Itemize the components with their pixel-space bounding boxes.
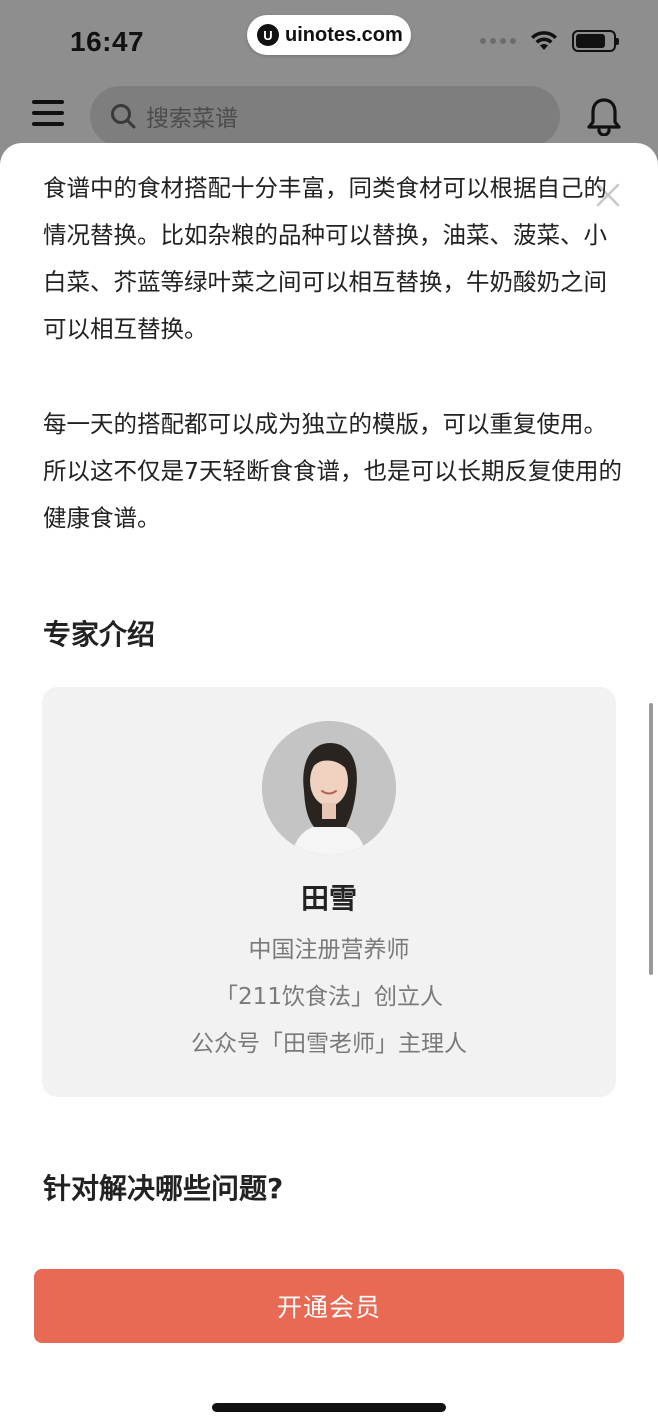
expert-section-title: 专家介绍 (43, 618, 156, 651)
membership-sheet: 食谱中的食材搭配十分丰富，同类食材可以根据自己的情况替换。比如杂粮的品种可以替换… (0, 143, 658, 1424)
description-paragraph: 食谱中的食材搭配十分丰富，同类食材可以根据自己的情况替换。比如杂粮的品种可以替换… (43, 174, 607, 343)
description-paragraph: 每一天的搭配都可以成为独立的模版，可以重复使用。所以这不仅是7天轻断食食谱，也是… (43, 410, 622, 532)
wifi-icon (531, 31, 557, 50)
problems-section-title: 针对解决哪些问题? (43, 1172, 284, 1205)
status-icons (480, 30, 619, 52)
expert-name: 田雪 (300, 882, 357, 915)
search-placeholder: 搜索菜谱 (146, 106, 238, 132)
avatar (262, 721, 396, 855)
watermark-logo-icon: U (257, 24, 279, 46)
search-icon (111, 104, 136, 129)
watermark-text: uinotes.com (285, 23, 403, 46)
watermark-badge: U uinotes.com (247, 15, 411, 55)
signal-dots-icon (480, 38, 516, 44)
expert-title-line: 「211饮食法」创立人 (215, 984, 443, 1010)
expert-card: 田雪 中国注册营养师 「211饮食法」创立人 公众号「田雪老师」主理人 (42, 687, 616, 1097)
open-membership-button[interactable]: 开通会员 (34, 1269, 624, 1343)
notification-bell-icon[interactable] (586, 96, 622, 136)
home-indicator[interactable] (212, 1403, 446, 1412)
battery-icon (572, 30, 619, 52)
scrollbar[interactable] (649, 703, 653, 975)
expert-title-line: 中国注册营养师 (248, 937, 410, 963)
status-time: 16:47 (70, 26, 145, 57)
search-input[interactable]: 搜索菜谱 (90, 86, 560, 146)
hamburger-menu-icon[interactable] (32, 100, 66, 128)
expert-title-line: 公众号「田雪老师」主理人 (191, 1031, 467, 1057)
